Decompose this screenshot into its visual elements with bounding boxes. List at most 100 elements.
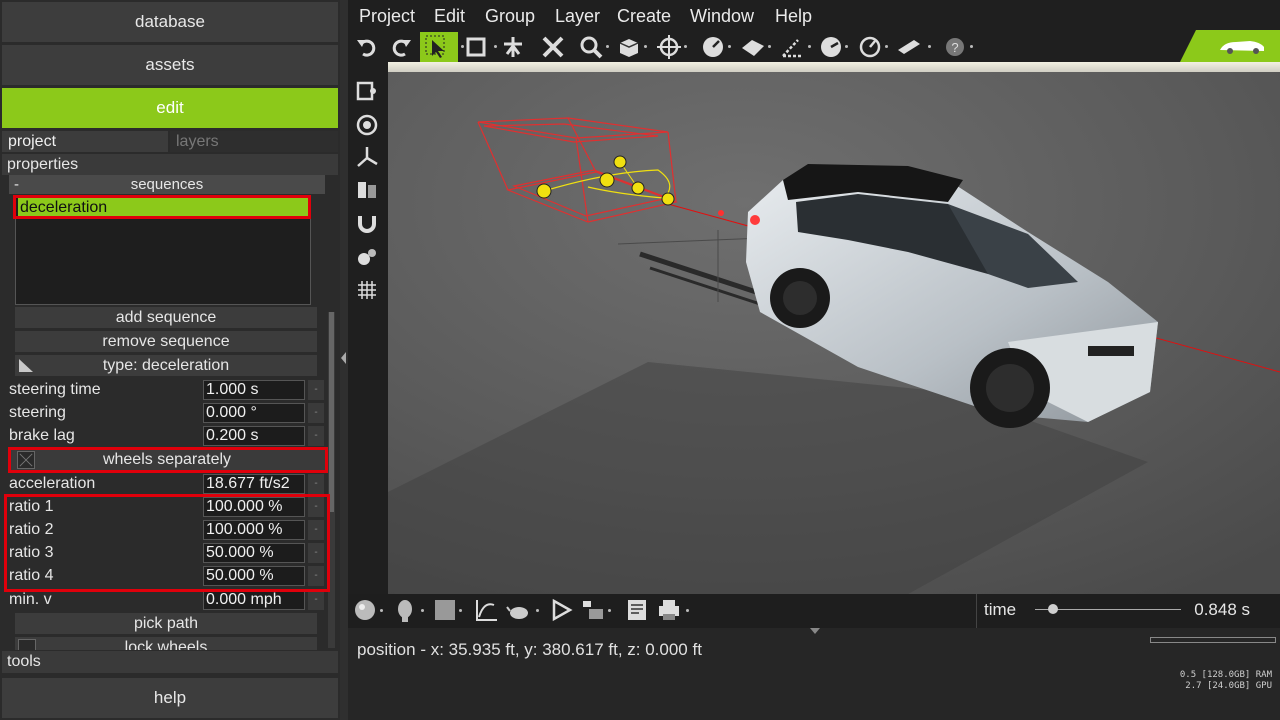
scrollbar-thumb[interactable] (329, 312, 334, 512)
spinner-handle[interactable]: - (308, 380, 324, 400)
move-pivot-icon[interactable] (500, 34, 526, 60)
expand-caret-icon[interactable] (810, 628, 820, 634)
spinner-handle[interactable]: - (308, 543, 324, 563)
help-tab[interactable]: help (2, 678, 338, 718)
ratio-3-field[interactable]: 50.000 % (203, 543, 305, 563)
menu-edit[interactable]: Edit (434, 6, 465, 27)
help-icon[interactable]: ? (942, 34, 968, 60)
edit-tab[interactable]: edit (2, 88, 338, 128)
checkbox-icon[interactable] (17, 451, 35, 469)
steering-field[interactable]: 0.000 ° (203, 403, 305, 423)
graph-icon[interactable] (474, 597, 500, 623)
ratio-2-field[interactable]: 100.000 % (203, 520, 305, 540)
report-icon[interactable] (624, 597, 650, 623)
prop-ratio-4: ratio 4 50.000 % - (0, 565, 330, 587)
collapse-arrow-icon[interactable] (341, 352, 346, 364)
time-slider-knob[interactable] (1047, 604, 1058, 614)
wheels-separately-toggle[interactable]: wheels separately (9, 449, 325, 471)
magnet-icon[interactable] (354, 210, 380, 236)
panels-icon[interactable] (354, 177, 380, 203)
checkbox-icon[interactable] (18, 639, 36, 650)
select-tool-button[interactable] (420, 32, 458, 62)
properties-header[interactable]: properties (2, 154, 338, 175)
spinner-handle[interactable]: - (308, 566, 324, 586)
spinner-handle[interactable]: - (308, 474, 324, 494)
menu-project[interactable]: Project (359, 6, 415, 27)
vehicle-select-icon[interactable] (354, 78, 380, 104)
spinner-handle[interactable]: - (308, 520, 324, 540)
angle-icon[interactable] (780, 34, 806, 60)
sphere-icon[interactable] (352, 597, 378, 623)
sequences-header[interactable]: - sequences (9, 175, 325, 194)
ruler-icon[interactable] (896, 34, 922, 60)
prop-label: ratio 1 (9, 498, 54, 515)
prop-label: acceleration (9, 475, 96, 492)
properties-scrollbar[interactable] (328, 312, 335, 648)
measure-dial-icon[interactable] (700, 34, 726, 60)
acceleration-field[interactable]: 18.677 ft/s2 (203, 474, 305, 494)
left-panel: database assets edit project layers prop… (0, 0, 340, 720)
head-icon[interactable] (392, 597, 418, 623)
sequence-list[interactable]: deceleration (15, 195, 311, 305)
tools-header[interactable]: tools (2, 651, 338, 673)
prop-label: min. v (9, 591, 52, 608)
add-sequence-button[interactable]: add sequence (15, 307, 317, 328)
prop-ratio-2: ratio 2 100.000 % - (0, 519, 330, 541)
vehicle-badge-icon (1180, 30, 1280, 62)
assets-tab[interactable]: assets (2, 45, 338, 85)
grid-icon[interactable] (354, 277, 380, 303)
sequence-icon[interactable] (580, 597, 606, 623)
tab-project[interactable]: project (2, 131, 168, 152)
menu-group[interactable]: Group (485, 6, 535, 27)
remove-sequence-button[interactable]: remove sequence (15, 331, 317, 352)
cursor-position-readout: position - x: 35.935 ft, y: 380.617 ft, … (357, 640, 702, 659)
zoom-icon[interactable] (578, 34, 604, 60)
undo-icon[interactable] (354, 34, 380, 60)
teapot-icon[interactable] (506, 597, 532, 623)
pick-path-button[interactable]: pick path (15, 613, 317, 634)
redo-icon[interactable] (388, 34, 414, 60)
steering-time-field[interactable]: 1.000 s (203, 380, 305, 400)
sequence-item-deceleration[interactable]: deceleration (18, 198, 308, 218)
gauge-icon[interactable] (857, 34, 883, 60)
ratio-4-field[interactable]: 50.000 % (203, 566, 305, 586)
sequence-type-label: type: deceleration (102, 357, 230, 374)
ratio-1-field[interactable]: 100.000 % (203, 497, 305, 517)
plane-icon[interactable] (740, 34, 766, 60)
print-icon[interactable] (656, 597, 682, 623)
menu-layer[interactable]: Layer (555, 6, 600, 27)
rectangle-select-icon[interactable] (464, 34, 490, 60)
delete-x-icon[interactable] (540, 34, 566, 60)
spinner-handle[interactable]: - (308, 403, 324, 423)
prop-min-v: min. v 0.000 mph - (0, 589, 330, 611)
spinner-handle[interactable]: - (308, 590, 324, 610)
spinner-handle[interactable]: - (308, 426, 324, 446)
orbit-crosshair-icon[interactable] (656, 34, 682, 60)
status-resize-handle[interactable] (1150, 637, 1276, 643)
spinner-handle[interactable]: - (308, 497, 324, 517)
3d-viewport[interactable] (388, 62, 1280, 594)
tab-layers[interactable]: layers (170, 131, 338, 152)
lock-wheels-row[interactable]: lock wheels (15, 637, 317, 650)
gears-icon[interactable] (354, 244, 380, 270)
sequence-type-dropdown[interactable]: type: deceleration (15, 355, 317, 376)
toolbar: ? (348, 32, 1280, 62)
square-color-icon[interactable] (432, 597, 458, 623)
prop-brake-lag: brake lag 0.200 s - (0, 425, 330, 447)
axis-icon[interactable] (354, 144, 380, 170)
prop-acceleration: acceleration 18.677 ft/s2 - (0, 473, 330, 495)
brake-lag-field[interactable]: 0.200 s (203, 426, 305, 446)
min-v-field[interactable]: 0.000 mph (203, 590, 305, 610)
cube-icon[interactable] (616, 34, 642, 60)
menu-create[interactable]: Create (617, 6, 671, 27)
time-label: time (984, 600, 1017, 619)
svg-text:?: ? (951, 40, 958, 55)
database-tab[interactable]: database (2, 2, 338, 42)
play-icon[interactable] (548, 597, 574, 623)
menu-window[interactable]: Window (690, 6, 754, 27)
target-icon[interactable] (354, 112, 380, 138)
menu-help[interactable]: Help (775, 6, 812, 27)
dial-icon[interactable] (818, 34, 844, 60)
prop-ratio-1: ratio 1 100.000 % - (0, 496, 330, 518)
scene-render[interactable] (388, 62, 1280, 594)
